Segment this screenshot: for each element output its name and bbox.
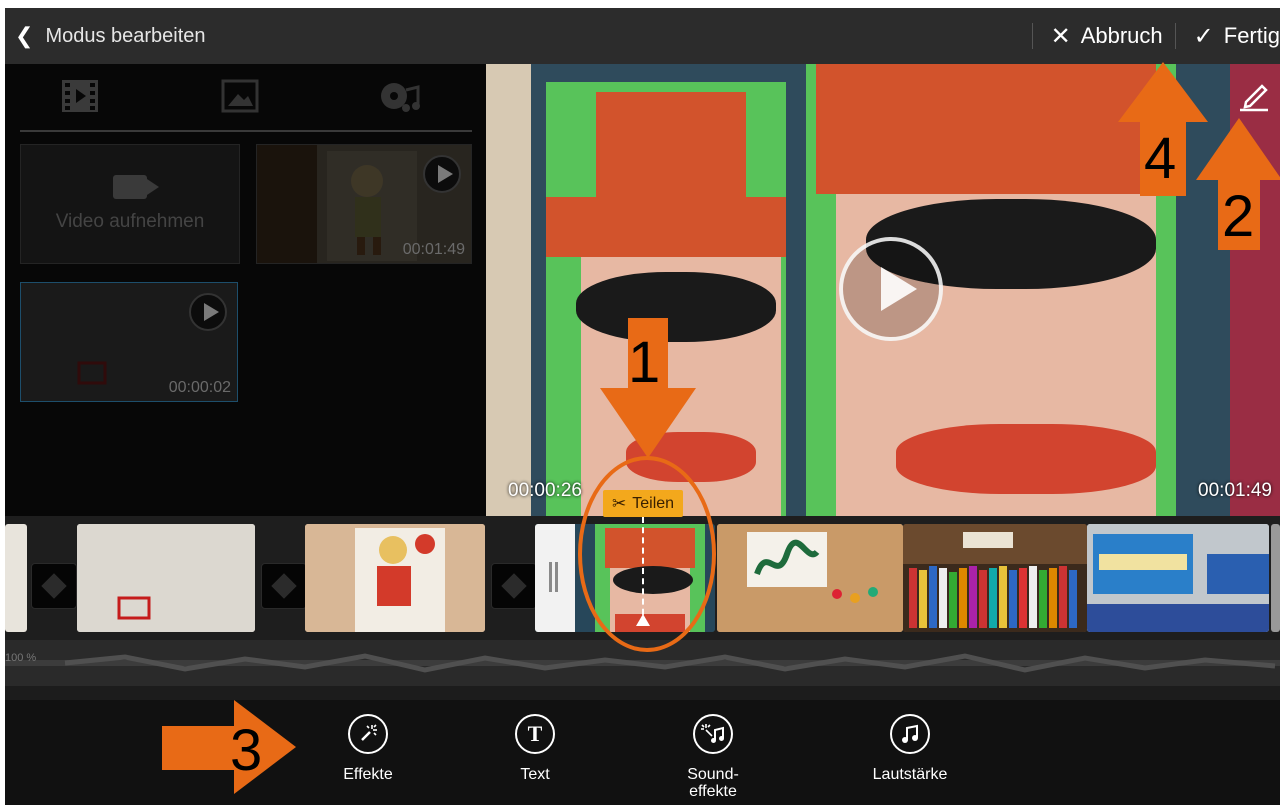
sound-effects-label-line2: effekte: [689, 783, 737, 800]
timeline-clip[interactable]: [1087, 524, 1269, 632]
timeline-clip[interactable]: [1271, 524, 1280, 632]
sound-effects-label: Sound- effekte: [687, 766, 739, 800]
volume-label: Lautstärke: [872, 766, 948, 783]
pencil-icon[interactable]: [1236, 76, 1272, 112]
check-icon: ✓: [1193, 22, 1214, 50]
library-clip[interactable]: 00:01:49: [256, 144, 472, 264]
timeline-clip[interactable]: [305, 524, 485, 632]
text-icon: T: [515, 714, 555, 754]
film-icon[interactable]: [60, 78, 100, 114]
play-icon: [423, 155, 461, 193]
play-icon: [189, 293, 227, 331]
divider: [5, 686, 1280, 700]
done-button[interactable]: ✓ Fertig: [1176, 8, 1280, 64]
mouth-shape: [896, 424, 1156, 494]
done-label: Fertig: [1223, 23, 1280, 48]
top-bar: ❮ Modus bearbeiten ✕ Abbruch ✓ Fertig: [5, 8, 1280, 64]
library-clip[interactable]: 00:00:02: [20, 282, 238, 402]
timeline-clip[interactable]: [717, 524, 903, 632]
cancel-label: Abbruch: [1080, 23, 1163, 48]
library-tabs: [20, 64, 472, 132]
timeline-clip[interactable]: [5, 524, 27, 632]
volume-button[interactable]: Lautstärke: [855, 714, 965, 783]
arrow-right-annotation: [162, 700, 296, 794]
transition-button[interactable]: [491, 563, 537, 609]
sound-effects-button[interactable]: Sound- effekte: [658, 714, 768, 800]
total-duration: 00:01:49: [1198, 480, 1272, 501]
sound-effects-glyph: [701, 724, 724, 743]
close-icon: ✕: [1050, 22, 1071, 50]
hat-brim-shape: [546, 197, 786, 257]
audio-waveform: [5, 653, 1280, 673]
annotation-number-1: 1: [628, 330, 661, 395]
annotation-number-4: 4: [1144, 126, 1177, 191]
back-button[interactable]: ❮ Modus bearbeiten: [5, 8, 206, 64]
transition-button[interactable]: [261, 563, 307, 609]
clip-duration: 00:00:02: [168, 379, 231, 396]
top-actions: ✕ Abbruch ✓ Fertig: [1031, 8, 1280, 64]
media-library: Video aufnehmen 00:01:49 00:00:02: [5, 64, 486, 516]
annotation-number-3: 3: [230, 718, 263, 783]
timeline-clip[interactable]: [903, 524, 1087, 632]
image-icon[interactable]: [220, 78, 260, 114]
chevron-left-icon: ❮: [15, 23, 34, 48]
record-video-label: Video aufnehmen: [55, 211, 205, 232]
audio-level: 100 %: [5, 652, 37, 664]
cancel-button[interactable]: ✕ Abbruch: [1033, 8, 1175, 64]
effects-button[interactable]: Effekte: [313, 714, 423, 783]
trim-handle[interactable]: [535, 524, 575, 632]
text-label: Text: [520, 766, 550, 783]
back-label: Modus bearbeiten: [45, 24, 206, 47]
music-icon[interactable]: [380, 78, 420, 114]
magic-wand-glyph: [361, 724, 377, 741]
annotation-number-2: 2: [1222, 184, 1255, 249]
hat-shape: [816, 64, 1156, 194]
video-camera-icon: [113, 175, 159, 199]
record-video-tile[interactable]: Video aufnehmen: [20, 144, 240, 264]
highlight-circle: [578, 456, 716, 652]
timeline-clip[interactable]: [77, 524, 255, 632]
sound-effects-icon: [693, 714, 733, 754]
music-note-icon: [890, 714, 930, 754]
text-button[interactable]: T Text: [480, 714, 590, 783]
play-button[interactable]: [839, 237, 943, 341]
transition-button[interactable]: [31, 563, 77, 609]
effects-label: Effekte: [343, 766, 393, 783]
sound-effects-label-line1: Sound-: [687, 766, 739, 783]
current-time: 00:00:26: [508, 480, 582, 501]
magic-wand-icon: [348, 714, 388, 754]
music-note-glyph: [902, 724, 918, 743]
clip-duration: 00:01:49: [402, 241, 465, 258]
